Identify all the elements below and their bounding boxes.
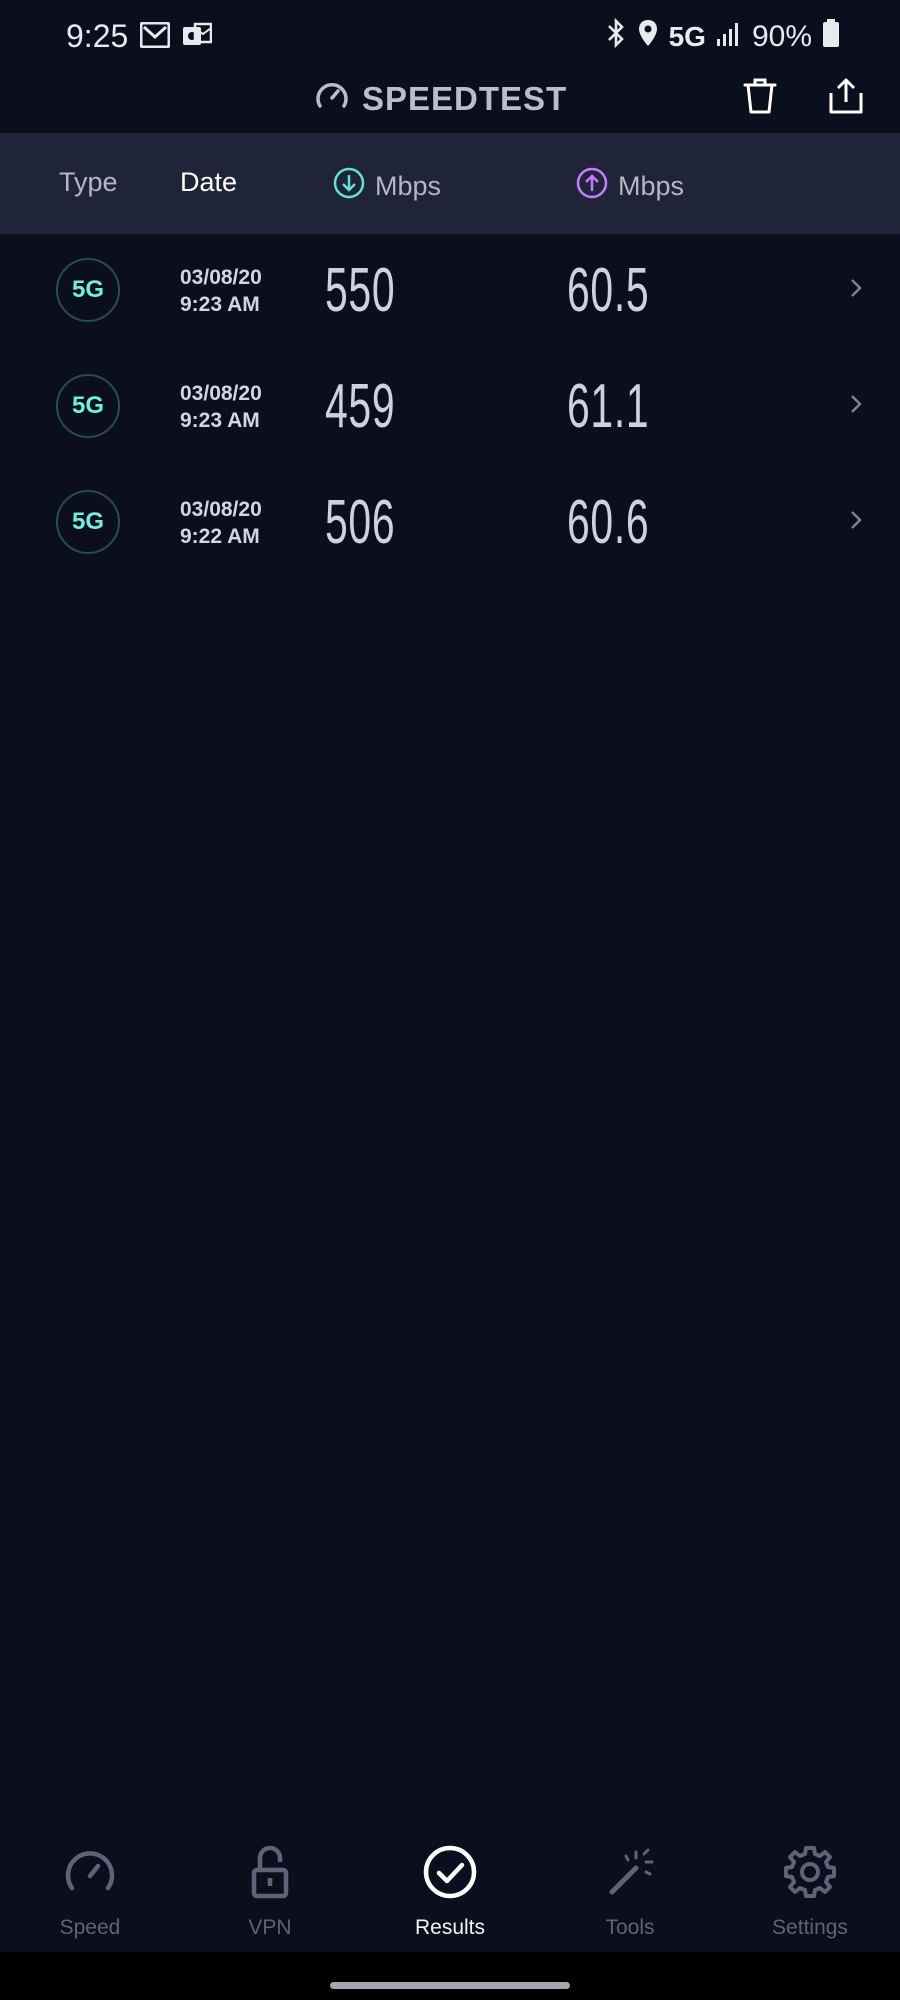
share-icon xyxy=(828,77,864,120)
column-type-label: Type xyxy=(59,167,118,197)
app-title-wrap: SPEEDTEST xyxy=(314,78,567,119)
battery-icon xyxy=(822,18,840,56)
upload-speed: 61.1 xyxy=(567,372,650,441)
results-column-header: Type Date Mbps Mbps xyxy=(0,133,900,234)
connection-type-badge: 5G xyxy=(56,258,120,322)
speedometer-icon xyxy=(314,78,350,119)
result-row[interactable]: 5G 03/08/20 9:23 AM 550 60.5 xyxy=(0,235,900,351)
speedometer-icon xyxy=(60,1842,120,1902)
share-button[interactable] xyxy=(822,74,870,122)
column-date[interactable]: Date xyxy=(180,167,237,198)
bottom-nav: Speed VPN Results Tools Settings xyxy=(0,1832,900,1950)
connection-type: 5G xyxy=(71,392,104,419)
nav-settings-label: Settings xyxy=(772,1916,848,1939)
download-speed: 506 xyxy=(325,488,396,557)
connection-type-badge: 5G xyxy=(56,490,120,554)
nav-results[interactable]: Results xyxy=(360,1832,540,1950)
nav-speed[interactable]: Speed xyxy=(0,1832,180,1950)
battery-text: 90% xyxy=(751,20,812,53)
result-date: 03/08/20 xyxy=(180,382,262,405)
signal-icon xyxy=(716,19,742,55)
connection-type-badge: 5G xyxy=(56,374,120,438)
column-download-label: Mbps xyxy=(375,171,442,201)
system-nav-bar xyxy=(0,1952,900,2000)
results-list: 5G 03/08/20 9:23 AM 550 60.5 5G 03/08/20… xyxy=(0,235,900,583)
chevron-right-icon xyxy=(846,273,866,303)
app-title: SPEEDTEST xyxy=(362,79,568,117)
result-date: 03/08/20 xyxy=(180,498,262,521)
upload-speed: 60.5 xyxy=(567,256,650,325)
nav-settings[interactable]: Settings xyxy=(720,1832,900,1950)
result-row[interactable]: 5G 03/08/20 9:23 AM 459 61.1 xyxy=(0,351,900,467)
nav-vpn[interactable]: VPN xyxy=(180,1832,360,1950)
result-row[interactable]: 5G 03/08/20 9:22 AM 506 60.6 xyxy=(0,467,900,583)
network-type: 5G xyxy=(668,21,706,52)
column-type[interactable]: Type xyxy=(59,167,118,198)
gmail-icon xyxy=(139,21,171,53)
trash-icon xyxy=(743,77,777,120)
outlook-icon xyxy=(182,22,213,53)
app-header: SPEEDTEST xyxy=(0,70,900,132)
column-date-label: Date xyxy=(180,167,238,197)
location-icon xyxy=(637,18,659,56)
column-upload-label: Mbps xyxy=(618,171,685,201)
nav-results-label: Results xyxy=(414,1916,486,1939)
nav-vpn-label: VPN xyxy=(248,1916,292,1939)
status-bar: 9:25 5G 90% xyxy=(0,0,900,70)
delete-button[interactable] xyxy=(736,74,784,122)
download-speed: 550 xyxy=(325,256,396,325)
column-download[interactable]: Mbps xyxy=(333,167,441,206)
connection-type: 5G xyxy=(71,508,104,535)
unlock-icon xyxy=(240,1842,300,1902)
connection-type: 5G xyxy=(71,276,104,303)
check-circle-icon xyxy=(420,1842,480,1902)
chevron-right-icon xyxy=(846,389,866,419)
nav-tools[interactable]: Tools xyxy=(540,1832,720,1950)
column-upload[interactable]: Mbps xyxy=(576,167,684,206)
magic-wand-icon xyxy=(600,1842,660,1902)
status-time: 9:25 xyxy=(66,18,129,54)
upload-speed: 60.6 xyxy=(567,488,650,557)
nav-tools-label: Tools xyxy=(605,1916,655,1939)
result-time: 9:23 AM xyxy=(180,409,260,432)
result-date: 03/08/20 xyxy=(180,266,262,289)
bluetooth-icon xyxy=(605,17,627,56)
download-speed: 459 xyxy=(325,372,396,441)
upload-icon xyxy=(576,167,608,206)
result-time: 9:23 AM xyxy=(180,293,260,316)
home-gesture-bar[interactable] xyxy=(330,1982,570,1989)
status-right: 5G 90% xyxy=(605,17,840,56)
nav-speed-label: Speed xyxy=(59,1916,121,1939)
chevron-right-icon xyxy=(846,505,866,535)
gear-icon xyxy=(780,1842,840,1902)
result-time: 9:22 AM xyxy=(180,525,260,548)
notification-icons xyxy=(139,21,213,53)
download-icon xyxy=(333,167,365,206)
